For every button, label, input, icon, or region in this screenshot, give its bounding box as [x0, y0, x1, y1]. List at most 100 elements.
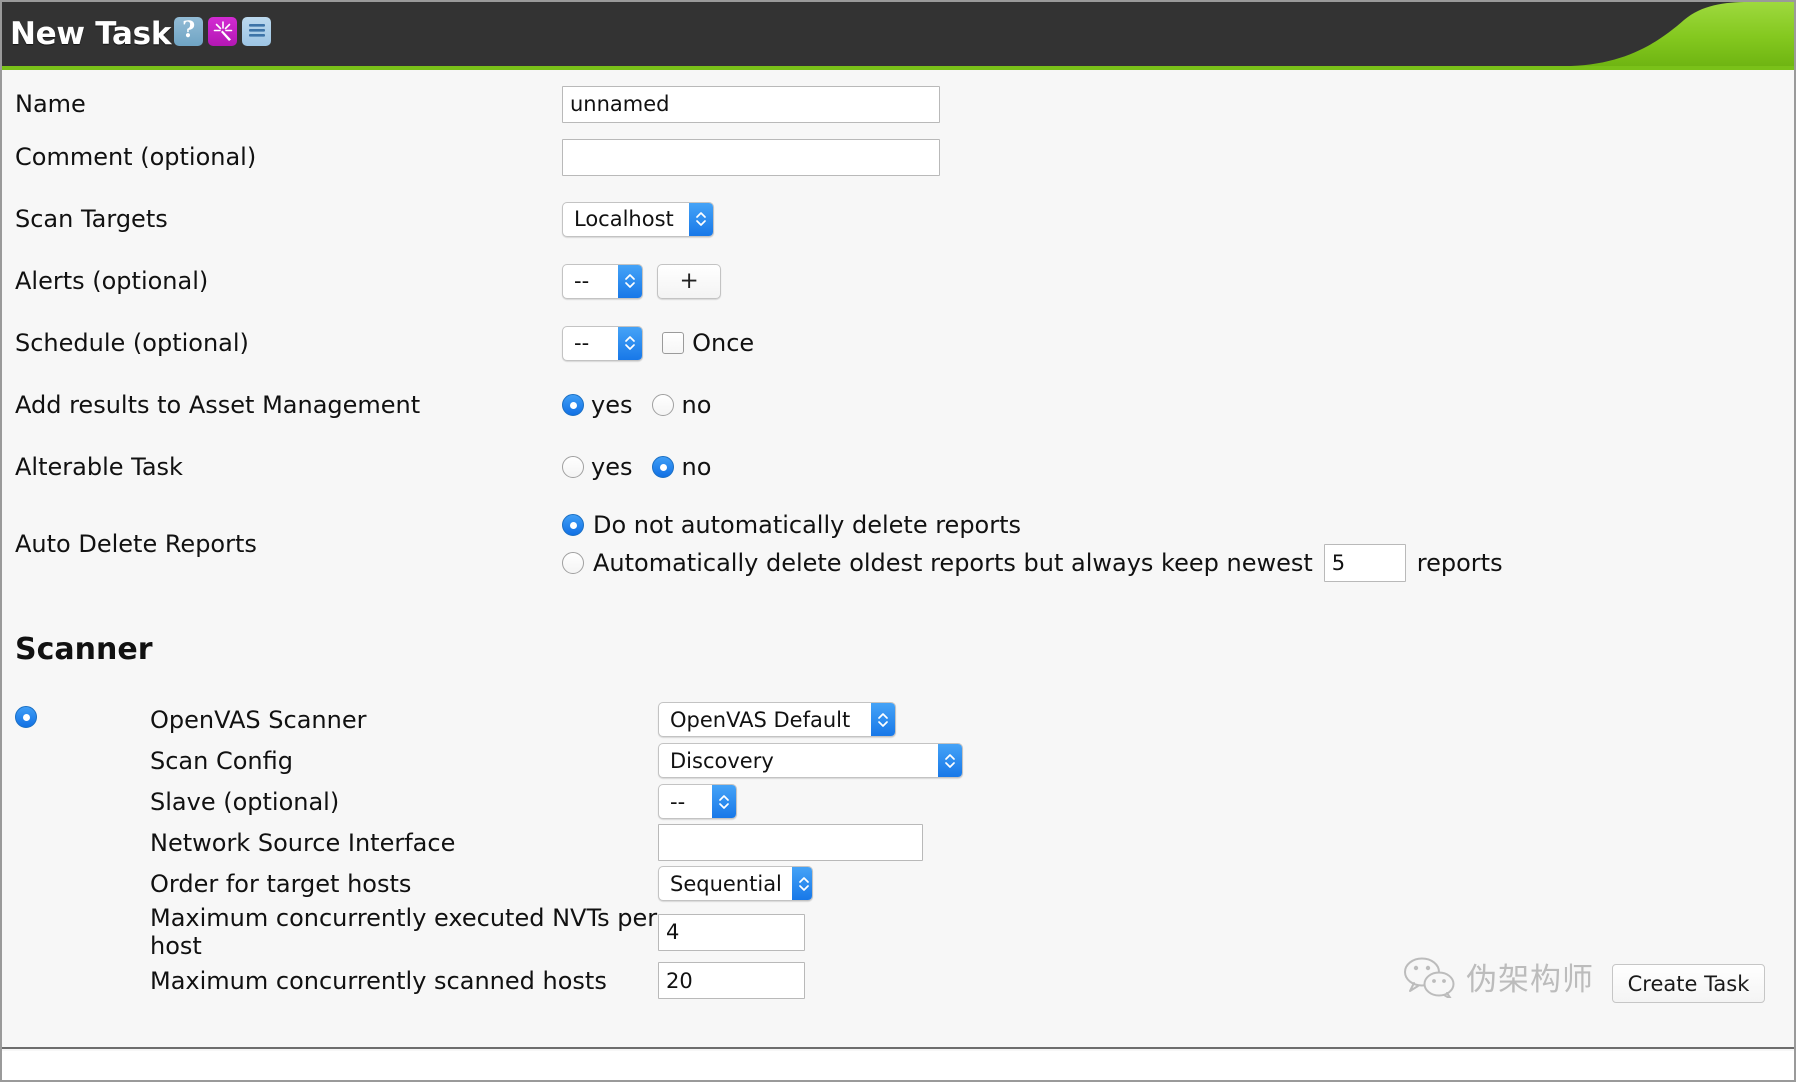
- asset-management-no-radio[interactable]: [652, 394, 675, 416]
- alterable-task-radio-group: yes no: [562, 453, 1503, 481]
- comment-input[interactable]: [562, 138, 940, 176]
- chevron-updown-icon: [618, 326, 642, 360]
- row-openvas-scanner: OpenVAS Scanner OpenVAS Default: [15, 699, 963, 740]
- schedule-field-cell: -- Once: [562, 312, 1503, 374]
- auto-delete-never-radio[interactable]: [562, 514, 584, 536]
- help-icon[interactable]: ?: [174, 16, 204, 46]
- alterable-task-field-cell: yes no: [562, 436, 1503, 498]
- asset-management-no[interactable]: no: [652, 391, 711, 419]
- scan-targets-field-cell: Localhost: [562, 188, 1503, 250]
- auto-delete-keep-suffix: reports: [1416, 549, 1503, 577]
- footer-area: Create Task: [2, 942, 1794, 1082]
- row-comment: Comment (optional): [15, 126, 1503, 188]
- header-icon-group: ?: [174, 16, 272, 46]
- comment-field-cell: [562, 126, 1503, 188]
- row-name: Name: [15, 82, 1503, 126]
- row-network-source-interface: Network Source Interface: [15, 822, 963, 863]
- auto-delete-keep-input[interactable]: [1323, 544, 1406, 582]
- openvas-scanner-label: OpenVAS Scanner: [150, 705, 367, 734]
- chevron-updown-icon: [618, 264, 642, 298]
- name-field-cell: [562, 82, 1503, 126]
- chevron-updown-icon: [712, 785, 736, 818]
- openvas-scanner-field-cell: OpenVAS Default: [658, 699, 963, 740]
- network-source-interface-input[interactable]: [658, 824, 923, 861]
- asset-management-yes-label: yes: [591, 391, 633, 419]
- create-task-button[interactable]: Create Task: [1612, 964, 1765, 1003]
- scan-config-select[interactable]: Discovery: [658, 743, 963, 778]
- order-target-hosts-value: Sequential: [670, 871, 782, 896]
- slave-value: --: [670, 789, 686, 814]
- help-icon-glyph: ?: [182, 17, 196, 43]
- scanner-section-title: Scanner: [15, 632, 153, 667]
- row-slave: Slave (optional) --: [15, 781, 963, 822]
- auto-delete-field-cell: Do not automatically delete reports Auto…: [562, 498, 1503, 590]
- alterable-task-label: Alterable Task: [15, 453, 183, 481]
- alterable-task-no[interactable]: no: [652, 453, 711, 481]
- schedule-once-label: Once: [692, 329, 755, 357]
- footer-divider: [2, 1047, 1794, 1049]
- asset-management-yes[interactable]: yes: [562, 391, 632, 419]
- auto-delete-keep-radio[interactable]: [562, 552, 584, 574]
- row-schedule: Schedule (optional) -- Once: [15, 312, 1503, 374]
- row-alerts: Alerts (optional) -- +: [15, 250, 1503, 312]
- asset-management-no-label: no: [681, 391, 712, 419]
- row-asset-management: Add results to Asset Management yes no: [15, 374, 1503, 436]
- schedule-value: --: [574, 331, 590, 355]
- openvas-scanner-radio[interactable]: [15, 706, 37, 728]
- name-input[interactable]: [562, 85, 940, 123]
- list-icon[interactable]: [242, 16, 272, 46]
- name-label: Name: [15, 90, 86, 118]
- network-source-interface-field-cell: [658, 822, 963, 863]
- asset-management-radio-group: yes no: [562, 391, 1503, 419]
- auto-delete-never-row[interactable]: Do not automatically delete reports: [562, 506, 1503, 544]
- scan-targets-value: Localhost: [574, 207, 674, 231]
- openvas-scanner-select[interactable]: OpenVAS Default: [658, 702, 896, 737]
- alterable-task-yes-label: yes: [591, 453, 633, 481]
- auto-delete-keep-row[interactable]: Automatically delete oldest reports but …: [562, 544, 1503, 582]
- network-source-interface-label: Network Source Interface: [150, 828, 456, 857]
- comment-label: Comment (optional): [15, 143, 257, 171]
- slave-select[interactable]: --: [658, 784, 737, 819]
- slave-field-cell: --: [658, 781, 963, 822]
- new-task-page: New Task ? Name unnamed Comment (optiona…: [0, 0, 1796, 1082]
- alerts-field-cell: -- +: [562, 250, 1503, 312]
- bottom-strip: [2, 1051, 1794, 1082]
- alerts-label: Alerts (optional): [15, 267, 209, 295]
- header-inner: New Task ?: [2, 2, 1794, 66]
- order-target-hosts-select[interactable]: Sequential: [658, 866, 813, 901]
- main-form-table: Name Comment (optional) Scan Targets Loc…: [15, 82, 1503, 590]
- row-scan-config: Scan Config Discovery: [15, 740, 963, 781]
- row-scan-targets: Scan Targets Localhost: [15, 188, 1503, 250]
- wand-icon-glyph: [213, 21, 232, 41]
- scan-config-field-cell: Discovery: [658, 740, 963, 781]
- scan-config-label: Scan Config: [150, 746, 293, 775]
- order-target-hosts-label: Order for target hosts: [150, 869, 412, 898]
- auto-delete-never-label: Do not automatically delete reports: [593, 511, 1022, 539]
- schedule-label: Schedule (optional): [15, 329, 249, 357]
- schedule-once-wrap: Once: [662, 329, 754, 357]
- auto-delete-label: Auto Delete Reports: [15, 530, 257, 558]
- alerts-select[interactable]: --: [562, 263, 643, 299]
- asset-management-yes-radio[interactable]: [562, 394, 584, 416]
- row-order-target-hosts: Order for target hosts Sequential: [15, 863, 963, 904]
- chevron-updown-icon: [791, 867, 812, 900]
- add-alert-button[interactable]: +: [657, 263, 722, 299]
- schedule-select[interactable]: --: [562, 325, 643, 361]
- task-form: Name Comment (optional) Scan Targets Loc…: [2, 82, 1794, 1001]
- alterable-task-no-radio[interactable]: [652, 456, 675, 478]
- schedule-once-checkbox[interactable]: [662, 332, 685, 354]
- chevron-updown-icon: [938, 744, 962, 777]
- asset-management-field-cell: yes no: [562, 374, 1503, 436]
- row-auto-delete: Auto Delete Reports Do not automatically…: [15, 498, 1503, 590]
- asset-management-label: Add results to Asset Management: [15, 391, 421, 419]
- alterable-task-no-label: no: [681, 453, 712, 481]
- page-title: New Task: [10, 16, 172, 52]
- list-icon-glyph: [248, 24, 265, 37]
- alterable-task-yes-radio[interactable]: [562, 456, 584, 478]
- wand-icon[interactable]: [208, 16, 238, 46]
- alterable-task-yes[interactable]: yes: [562, 453, 632, 481]
- slave-label: Slave (optional): [150, 787, 340, 816]
- scan-targets-select[interactable]: Localhost: [562, 201, 714, 237]
- scan-config-value: Discovery: [670, 748, 774, 773]
- scan-targets-label: Scan Targets: [15, 205, 168, 233]
